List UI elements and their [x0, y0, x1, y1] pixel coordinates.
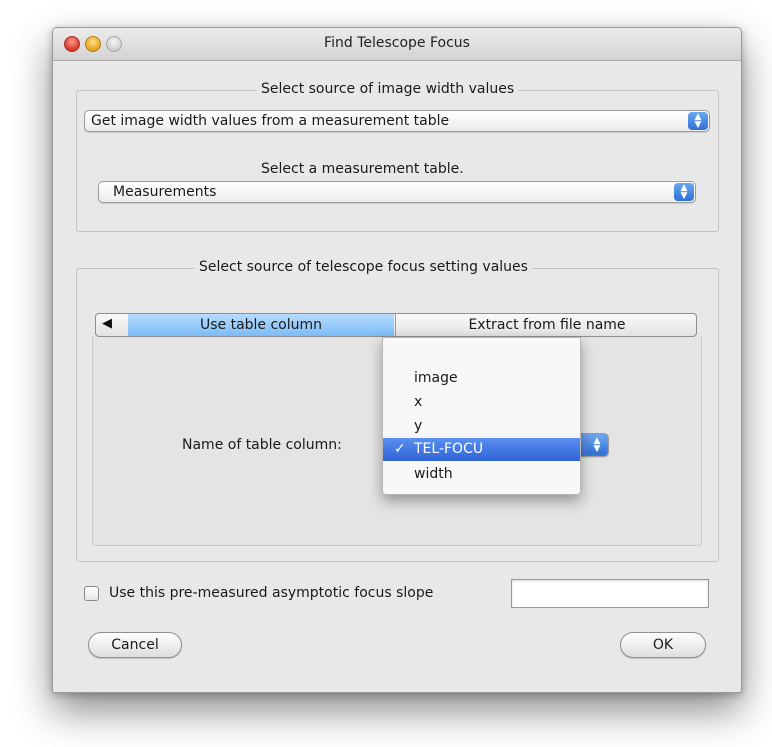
dialog-window: Find Telescope Focus Select source of im… [52, 27, 742, 693]
window-title: Find Telescope Focus [324, 35, 470, 51]
table-column-label: Name of table column: [182, 437, 342, 453]
slope-input[interactable] [511, 579, 709, 608]
width-source-legend: Select source of image width values [257, 81, 519, 97]
tab-extract-from-file-name[interactable]: Extract from file name [395, 314, 696, 336]
title-bar[interactable]: Find Telescope Focus [53, 28, 741, 61]
tab-bar: ◀ Use table column Extract from file nam… [95, 313, 697, 337]
menu-item-x[interactable]: x [383, 390, 580, 414]
measurement-table-select[interactable]: Measurements ▲ ▼ [98, 181, 696, 203]
table-column-menu[interactable]: image x y ✓ TEL-FOCU width [382, 337, 581, 495]
slope-checkbox[interactable] [84, 586, 99, 601]
width-source-select-value: Get image width values from a measuremen… [91, 113, 450, 129]
width-source-select[interactable]: Get image width values from a measuremen… [84, 110, 710, 132]
menu-item-y[interactable]: y [383, 414, 580, 438]
cancel-button[interactable]: Cancel [88, 632, 182, 658]
tab-use-table-column[interactable]: Use table column [128, 314, 394, 336]
checkmark-icon: ✓ [394, 441, 406, 457]
ok-button[interactable]: OK [620, 632, 706, 658]
measurement-table-select-value: Measurements [113, 184, 217, 200]
chevron-updown-icon: ▲ ▼ [674, 183, 694, 201]
chevron-updown-icon: ▲ ▼ [587, 436, 607, 454]
left-arrow-icon[interactable]: ◀ [102, 316, 126, 336]
slope-checkbox-label: Use this pre-measured asymptotic focus s… [109, 585, 434, 601]
measurement-table-prompt: Select a measurement table. [261, 161, 464, 177]
menu-item-tel-focu[interactable]: ✓ TEL-FOCU [383, 438, 580, 461]
chevron-updown-icon: ▲ ▼ [688, 112, 708, 130]
menu-item-image[interactable]: image [383, 366, 580, 390]
focus-source-legend: Select source of telescope focus setting… [195, 259, 532, 275]
menu-item-width[interactable]: width [383, 462, 580, 486]
